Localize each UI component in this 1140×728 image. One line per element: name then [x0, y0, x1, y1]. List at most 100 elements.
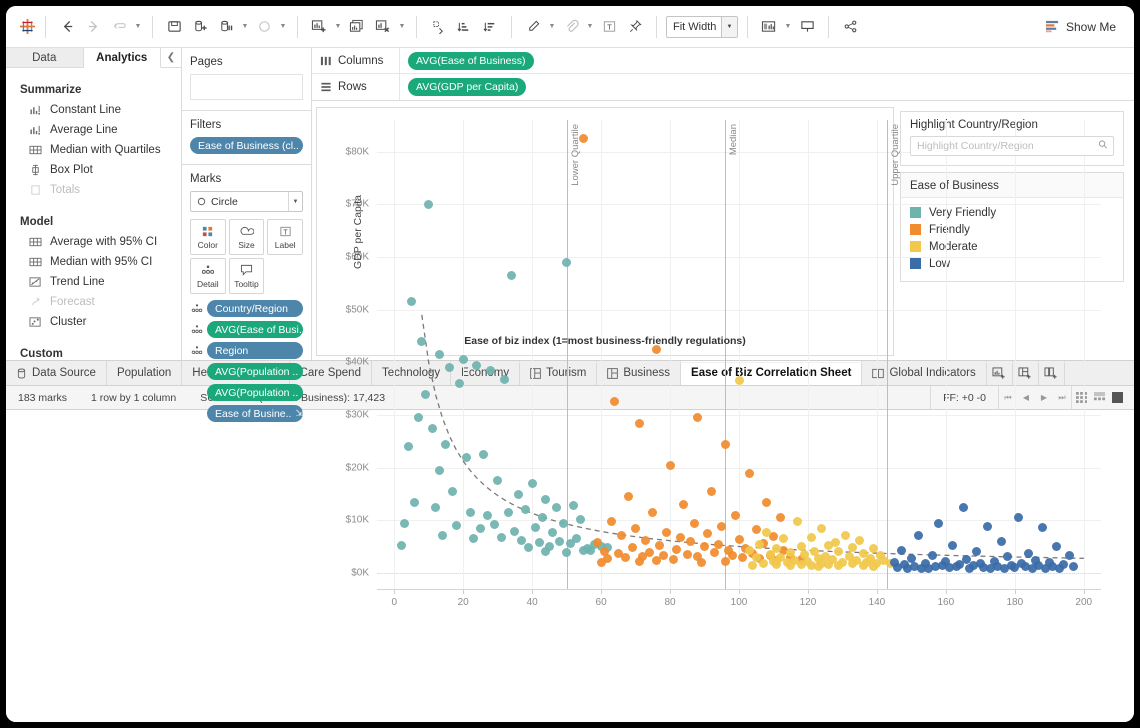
scatter-point[interactable] [510, 526, 520, 536]
scatter-point[interactable] [465, 508, 475, 518]
scatter-point[interactable] [558, 518, 568, 528]
scatter-point[interactable] [762, 527, 772, 537]
share-icon[interactable] [838, 15, 862, 39]
scatter-point[interactable] [665, 460, 675, 470]
size-button[interactable]: Size [228, 219, 265, 255]
scatter-point[interactable] [513, 489, 523, 499]
rows-shelf-dropzone[interactable]: AVG(GDP per Capita) [400, 74, 1134, 100]
scatter-point[interactable] [675, 532, 685, 542]
scatter-point[interactable] [486, 365, 496, 375]
scatter-point[interactable] [758, 558, 768, 568]
scatter-point[interactable] [796, 559, 806, 569]
scatter-point[interactable] [762, 497, 772, 507]
columns-pill-avg-ease-of-business[interactable]: AVG(Ease of Business) [408, 51, 534, 70]
swap-rows-columns-button[interactable] [426, 15, 450, 39]
tab-analytics[interactable]: Analytics [83, 48, 161, 69]
tab-data[interactable]: Data [6, 48, 84, 68]
refresh-button[interactable] [252, 15, 276, 39]
sheet-tab-data-source[interactable]: Data Source [6, 361, 107, 385]
mark-type-caret-icon[interactable]: ▼ [288, 192, 302, 211]
scatter-point[interactable] [896, 545, 906, 555]
chevron-left-icon[interactable]: ❮ [161, 48, 181, 68]
scatter-point[interactable] [410, 497, 420, 507]
scatter-point[interactable] [682, 549, 692, 559]
scatter-point[interactable] [662, 527, 672, 537]
undo-dropdown-caret-icon[interactable]: ▼ [133, 15, 143, 39]
scatter-point[interactable] [734, 534, 744, 544]
analytics-item-median-with-95-ci[interactable]: Median with 95% CI [6, 252, 181, 272]
mark-type-select[interactable]: Circle ▼ [190, 191, 303, 212]
highlight-caret-icon[interactable]: ▼ [547, 15, 557, 39]
sheet-tab-population[interactable]: Population [107, 361, 183, 385]
fit-select-caret-icon[interactable]: ▼ [721, 16, 737, 37]
scatter-point[interactable] [475, 523, 485, 533]
plot-area[interactable]: Lower Quartile Median Upper Quartile [377, 120, 1101, 589]
scatter-point[interactable] [627, 543, 637, 553]
scatter-point[interactable] [813, 561, 823, 571]
scatter-point[interactable] [575, 514, 585, 524]
new-data-source-button[interactable] [188, 15, 212, 39]
scatter-point[interactable] [534, 538, 544, 548]
filter-icon[interactable]: ⇲ [299, 140, 304, 151]
scatter-point[interactable] [400, 518, 410, 528]
analytics-item-median-with-quartiles[interactable]: Median with Quartiles [6, 140, 181, 160]
scatter-point[interactable] [913, 530, 923, 540]
analytics-item-average-line[interactable]: Average Line [6, 120, 181, 140]
pause-dropdown-caret-icon[interactable]: ▼ [240, 15, 250, 39]
scatter-point[interactable] [634, 418, 644, 428]
new-worksheet-caret-icon[interactable]: ▼ [333, 15, 343, 39]
scatter-point[interactable] [403, 442, 413, 452]
scatter-point[interactable] [565, 539, 575, 549]
scatter-point[interactable] [744, 468, 754, 478]
scatter-point[interactable] [755, 539, 765, 549]
scatter-point[interactable] [706, 487, 716, 496]
scatter-point[interactable] [689, 518, 699, 528]
clear-sheet-button[interactable] [371, 15, 395, 39]
scatter-point[interactable] [541, 546, 551, 556]
scatter-point[interactable] [596, 558, 606, 568]
scatter-point[interactable] [434, 465, 444, 475]
scatter-point[interactable] [462, 452, 472, 462]
label-button[interactable]: T Label [267, 219, 304, 255]
clear-sheet-caret-icon[interactable]: ▼ [397, 15, 407, 39]
scatter-point[interactable] [1051, 542, 1061, 552]
scatter-point[interactable] [551, 502, 561, 512]
scatter-point[interactable] [506, 270, 516, 280]
scatter-point[interactable] [434, 350, 444, 359]
scatter-point[interactable] [806, 532, 816, 542]
refresh-dropdown-caret-icon[interactable]: ▼ [278, 15, 288, 39]
scatter-point[interactable] [720, 556, 730, 566]
save-button[interactable] [162, 15, 186, 39]
analytics-item-constant-line[interactable]: Constant Line [6, 100, 181, 120]
rows-pill-avg-gdp-per-capita[interactable]: AVG(GDP per Capita) [408, 78, 527, 96]
fit-select[interactable]: Fit Width ▼ [666, 15, 738, 38]
scatter-point[interactable] [748, 560, 758, 570]
scatter-point[interactable] [1068, 561, 1078, 571]
scatter-point[interactable] [489, 520, 499, 530]
scatter-point[interactable] [472, 360, 482, 370]
scatter-point[interactable] [396, 541, 406, 551]
presentation-mode-icon[interactable] [795, 15, 819, 39]
scatter-point[interactable] [606, 517, 616, 527]
scatter-point[interactable] [1055, 563, 1065, 573]
scatter-point[interactable] [972, 546, 982, 556]
scatter-point[interactable] [438, 530, 447, 540]
marks-pill-ease-of-busine[interactable]: Ease of Busine.. ⇲ [207, 405, 303, 422]
pause-updates-button[interactable] [214, 15, 238, 39]
full-view-icon[interactable] [1108, 392, 1126, 403]
back-button[interactable] [55, 15, 79, 39]
marks-pill-country-region[interactable]: Country/Region [207, 300, 303, 317]
group-caret-icon[interactable]: ▼ [585, 15, 595, 39]
filter-pill-ease-of-business[interactable]: Ease of Business (cl.. ⇲ [190, 137, 303, 154]
scatter-point[interactable] [734, 376, 744, 386]
scatter-point[interactable] [731, 510, 741, 520]
forward-button[interactable] [81, 15, 105, 39]
marks-pill-avg-population[interactable]: AVG(Population .. [207, 384, 303, 401]
scatter-point[interactable] [958, 502, 968, 512]
scatter-point[interactable] [982, 522, 992, 532]
scatter-point[interactable] [858, 560, 868, 570]
analytics-item-box-plot[interactable]: Box Plot [6, 160, 181, 180]
scatter-point[interactable] [441, 439, 451, 449]
detail-icon[interactable] [190, 303, 203, 314]
tableau-logo-icon[interactable] [14, 14, 40, 40]
